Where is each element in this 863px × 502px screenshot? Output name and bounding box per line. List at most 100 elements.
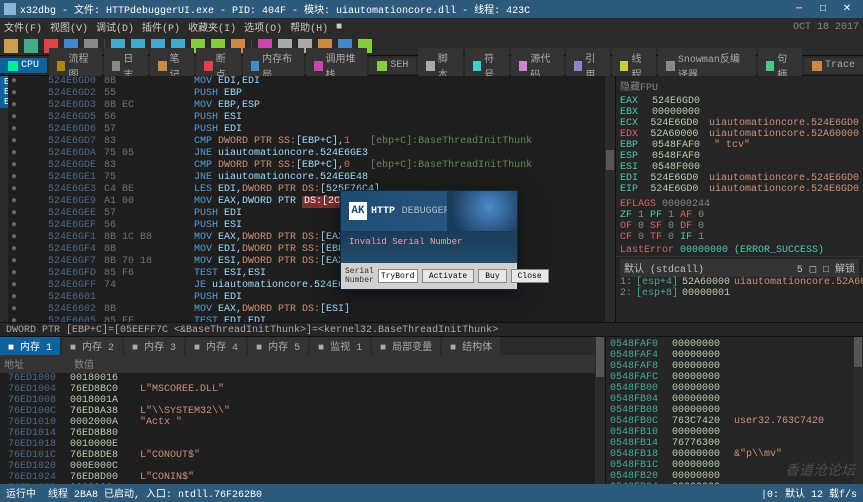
registers-panel[interactable]: 隐藏FPU EAX524E6GD0EBX00000000ECX524E6GD0u… [616,76,863,256]
stack-row[interactable]: 0548FAFC00000000 [610,372,849,383]
tab-icon [57,61,65,71]
stack-row[interactable]: 0548FB1476776300 [610,438,849,449]
dialog-error: Invalid Serial Number [349,237,509,247]
register-row[interactable]: EBP0548FAF0" tcv" [620,140,859,151]
registers-header[interactable]: 隐藏FPU [620,78,859,94]
stack-row[interactable]: 0548FB1800000000&"p\\mv" [610,449,849,460]
folder-icon[interactable] [4,39,18,53]
register-row[interactable]: EDI524E6GD0uiautomationcore.524E6GD0 [620,173,859,184]
register-row[interactable]: EDX52A60000uiautomationcore.52A60000 [620,129,859,140]
disasm-row[interactable]: ●524E6GD08BMOV EDI,EDI [8,76,605,88]
activate-button[interactable]: Activate [422,269,474,283]
dump-row[interactable]: 76ED10280008006 [0,483,595,484]
args-count[interactable]: 5 ◻ □ 解锁 [797,260,855,276]
disasm-row[interactable]: ●524E6601PUSH EDI [8,292,605,304]
tab-icon [8,61,18,71]
activation-dialog: AK HTTP DEBUGGER Invalid Serial Number S… [340,190,518,290]
dump-tab-1[interactable]: ■ 内存 2 [62,337,122,355]
tab-icon [251,61,259,71]
dump-row[interactable]: 76ED101C76ED8DE8L"CONOUT$" [0,450,595,461]
disasm-row[interactable]: ●524E6GD783CMP DWORD PTR SS:[EBP+C],1[eb… [8,136,605,148]
stack-row[interactable]: 0548FB1000000000 [610,427,849,438]
dump-tab-0[interactable]: ■ 内存 1 [0,337,60,355]
args-panel[interactable]: 默认 (stdcall) 5 ◻ □ 解锁 1:[esp+4]52A60000u… [616,256,863,322]
disasm-row[interactable]: ●524E6GD657PUSH EDI [8,124,605,136]
menu-plugins[interactable]: 插件(P) [142,19,180,35]
disasm-row[interactable]: ●524E6GD556PUSH ESI [8,112,605,124]
dump-tab-5[interactable]: ■ 监视 1 [310,337,370,355]
dump-panel[interactable]: ■ 内存 1■ 内存 2■ 内存 3■ 内存 4■ 内存 5■ 监视 1■ 局部… [0,337,595,484]
register-row[interactable]: EIP524E6GD0uiautomationcore.524E6GD0 [620,184,859,195]
disasm-row[interactable]: ●524E66028BMOV EAX,DWORD PTR DS:[ESI] [8,304,605,316]
stack-row[interactable]: 0548FB0000000000 [610,383,849,394]
view-tab-15[interactable]: Trace [804,58,863,73]
logo-icon: AK [349,202,367,220]
buy-button[interactable]: Buy [478,269,506,283]
close-dialog-button[interactable]: Close [511,269,549,283]
menu-box[interactable]: ■ [336,22,342,33]
dump-row[interactable]: 76ED102476ED8D00L"CONIN$" [0,472,595,483]
menu-options[interactable]: 选项(O) [244,19,282,35]
dump-row[interactable]: 76ED100000180016 [0,373,595,384]
stack-row[interactable]: 0548FB0400000000 [610,394,849,405]
close-button[interactable]: ✕ [835,3,859,15]
dump-row[interactable]: 76ED100C76ED8A38L"\\SYSTEM32\\" [0,406,595,417]
register-row[interactable]: EAX524E6GD0 [620,96,859,107]
arg-row[interactable]: 1:[esp+4]52A60000uiautomationcore.52A600… [620,277,859,288]
disasm-scrollbar[interactable] [605,76,615,322]
dialog-header: AK HTTP DEBUGGER [341,191,517,231]
status-state: 运行中 [6,485,36,501]
stack-row[interactable]: 0548FB0C763C7420user32.763C7420 [610,416,849,427]
arg-row[interactable]: 2:[esp+8]00000001 [620,288,859,299]
dump-tab-7[interactable]: ■ 结构体 [442,337,500,355]
lasterror-value: 00000000 (ERROR_SUCCESS) [680,245,824,256]
tab-icon [666,61,675,71]
callconv-label[interactable]: 默认 (stdcall) [624,260,704,276]
disasm-row[interactable]: ●524E6GD255PUSH EBP [8,88,605,100]
dump-tab-2[interactable]: ■ 内存 3 [124,337,184,355]
dump-scrollbar[interactable] [595,337,605,484]
tab-label: CPU [21,60,39,71]
register-row[interactable]: EBX00000000 [620,107,859,118]
menu-view[interactable]: 视图(V) [50,19,88,35]
view-tab-7[interactable]: SEH [369,58,416,73]
dump-row[interactable]: 76ED10180010000E [0,439,595,450]
status-bar: 运行中 线程 2BA8 已启动, 入口: ntdll.76F262B0 |0: … [0,484,863,502]
disasm-row[interactable]: ●524E6GD38B ECMOV EBP,ESP [8,100,605,112]
dump-tab-4[interactable]: ■ 内存 5 [248,337,308,355]
disasm-row[interactable]: ●524E6GE175JNE uiautomationcore.524E6E48 [8,172,605,184]
dump-col-addr: 地址 [4,356,74,372]
view-tab-0[interactable]: CPU [0,58,47,73]
disasm-row[interactable]: ●524E660585 FFTEST EDI,EDI [8,316,605,322]
stack-row[interactable]: 0548FB2400000000 [610,482,849,484]
serial-input[interactable] [378,269,418,283]
register-row[interactable]: ECX524E6GD0uiautomationcore.524E6GD0 [620,118,859,129]
dump-tab-6[interactable]: ■ 局部变量 [372,337,440,355]
disasm-row[interactable]: ●524E6GDE83CMP DWORD PTR SS:[EBP+C],0[eb… [8,160,605,172]
restart-icon[interactable] [24,39,38,53]
minimize-button[interactable]: ─ [787,4,811,15]
menu-file[interactable]: 文件(F) [4,19,42,35]
stack-row[interactable]: 0548FAF800000000 [610,361,849,372]
watermark: 香道沧论坛 [785,460,855,480]
dump-row[interactable]: 76ED10080018001A [0,395,595,406]
stack-row[interactable]: 0548FAF400000000 [610,350,849,361]
tab-icon [620,61,628,71]
app-icon [4,3,16,15]
dump-tabbar: ■ 内存 1■ 内存 2■ 内存 3■ 内存 4■ 内存 5■ 监视 1■ 局部… [0,337,595,355]
register-row[interactable]: ESI0548F000 [620,162,859,173]
dump-row[interactable]: 76ED10100002000A"Actx " [0,417,595,428]
stack-row[interactable]: 0548FB0800000000 [610,405,849,416]
menu-debug[interactable]: 调试(D) [96,19,134,35]
menu-help[interactable]: 帮助(H) [290,19,328,35]
dump-tab-3[interactable]: ■ 内存 4 [186,337,246,355]
maximize-button[interactable]: □ [811,4,835,15]
menu-favorites[interactable]: 收藏夹(I) [188,19,236,35]
dump-row[interactable]: 76ED100476ED8BC0L"MSCOREE.DLL" [0,384,595,395]
stack-row[interactable]: 0548FAF000000000 [610,339,849,350]
dump-row[interactable]: 76ED101476ED8B80 [0,428,595,439]
dump-row[interactable]: 76ED1020000E000C [0,461,595,472]
disasm-row[interactable]: ●524E6GDA75 05JNE uiautomationcore.524E6… [8,148,605,160]
tab-icon [158,61,166,71]
register-row[interactable]: ESP0548FAF0 [620,151,859,162]
